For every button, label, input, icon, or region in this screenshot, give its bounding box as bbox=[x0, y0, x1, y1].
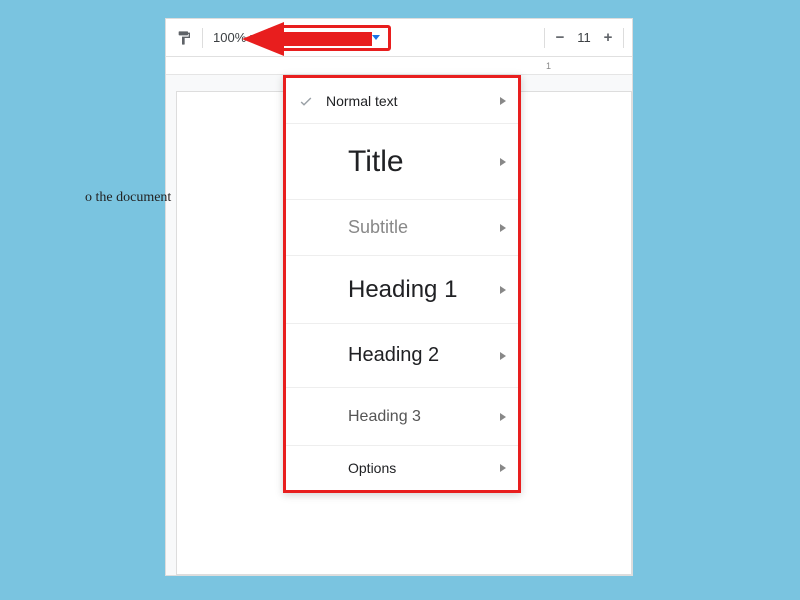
paint-format-icon[interactable] bbox=[170, 24, 198, 52]
chevron-right-icon bbox=[500, 97, 506, 105]
style-option-options[interactable]: Options bbox=[286, 446, 518, 490]
divider bbox=[544, 28, 545, 48]
toolbar: 100% Normal text − 11 + bbox=[166, 19, 632, 57]
font-size-increase-button[interactable]: + bbox=[597, 27, 619, 49]
chevron-right-icon bbox=[500, 352, 506, 360]
divider bbox=[623, 28, 624, 48]
style-option-label: Subtitle bbox=[320, 217, 500, 238]
style-option-label: Heading 3 bbox=[320, 408, 500, 426]
font-size-group: − 11 + bbox=[549, 27, 619, 49]
font-size-decrease-button[interactable]: − bbox=[549, 27, 571, 49]
style-option-label: Options bbox=[320, 460, 500, 476]
style-option-heading2[interactable]: Heading 2 bbox=[286, 324, 518, 388]
ruler-tick: 1 bbox=[546, 61, 551, 71]
paragraph-style-dropdown: Normal text Title Subtitle Heading 1 Heading… bbox=[283, 75, 521, 493]
chevron-right-icon bbox=[500, 286, 506, 294]
ruler[interactable]: 1 bbox=[166, 57, 632, 75]
font-size-value[interactable]: 11 bbox=[571, 30, 597, 45]
style-option-subtitle[interactable]: Subtitle bbox=[286, 200, 518, 256]
arrow-body bbox=[282, 32, 372, 46]
style-option-label: Heading 1 bbox=[320, 276, 500, 304]
check-icon bbox=[298, 93, 320, 109]
document-body-text[interactable]: o the document bbox=[85, 190, 171, 206]
divider bbox=[202, 28, 203, 48]
style-option-heading1[interactable]: Heading 1 bbox=[286, 256, 518, 324]
style-option-label: Normal text bbox=[320, 93, 500, 109]
style-option-normal[interactable]: Normal text bbox=[286, 78, 518, 124]
chevron-down-icon bbox=[372, 35, 380, 40]
arrow-head-icon bbox=[242, 22, 284, 56]
style-option-label: Title bbox=[320, 145, 500, 179]
style-option-label: Heading 2 bbox=[320, 344, 500, 367]
style-option-heading3[interactable]: Heading 3 bbox=[286, 388, 518, 446]
chevron-right-icon bbox=[500, 413, 506, 421]
annotation-arrow bbox=[242, 26, 372, 52]
app-window: 100% Normal text − 11 + 1 o the document… bbox=[165, 18, 633, 576]
chevron-right-icon bbox=[500, 158, 506, 166]
chevron-right-icon bbox=[500, 464, 506, 472]
style-option-title[interactable]: Title bbox=[286, 124, 518, 200]
chevron-right-icon bbox=[500, 224, 506, 232]
